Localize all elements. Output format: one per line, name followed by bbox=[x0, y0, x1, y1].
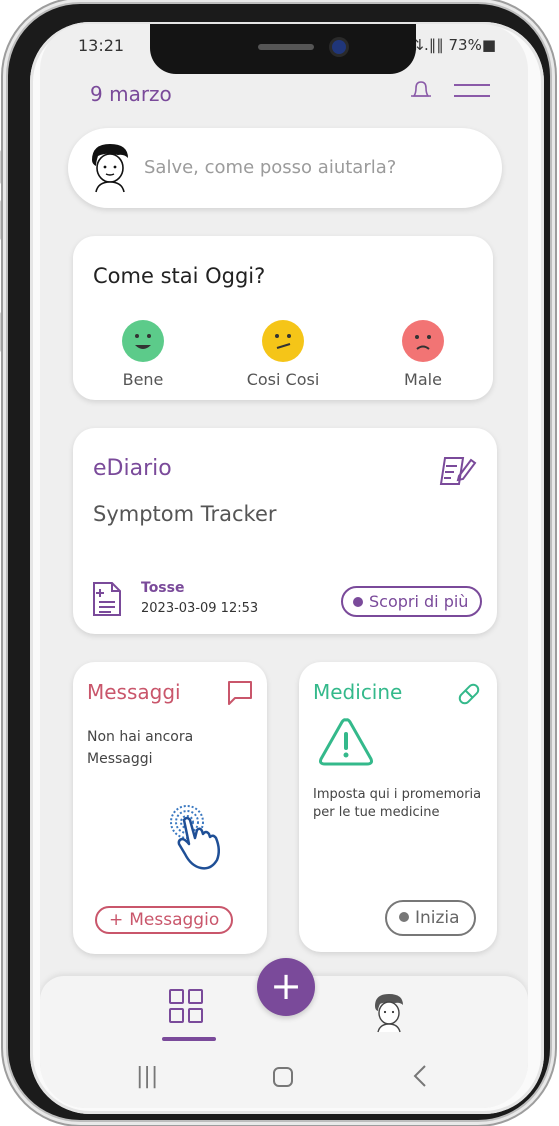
happy-face-icon bbox=[122, 320, 164, 362]
dot-icon bbox=[353, 596, 363, 607]
status-indicators: ⇅.∥∥ 73%■ bbox=[411, 36, 496, 54]
neutral-face-icon bbox=[262, 320, 304, 362]
start-button[interactable]: Inizia bbox=[385, 900, 476, 936]
speaker-grille bbox=[258, 44, 314, 50]
mood-card: Come stai Oggi? Bene Cosi Cosi Male bbox=[73, 236, 493, 400]
add-button[interactable]: + bbox=[257, 958, 315, 1016]
more-button[interactable]: Scopri di più bbox=[341, 586, 483, 617]
profile-icon[interactable] bbox=[372, 992, 406, 1038]
diary-title: eDiario bbox=[93, 456, 172, 481]
new-message-label: Messaggio bbox=[129, 910, 220, 930]
entry-name: Tosse bbox=[141, 580, 185, 596]
recent-apps-icon[interactable]: ||| bbox=[136, 1064, 158, 1089]
medicine-card[interactable]: Medicine Imposta qui i promemoria per le… bbox=[299, 662, 497, 952]
document-icon bbox=[91, 580, 123, 622]
chat-bubble-icon bbox=[227, 680, 253, 710]
new-message-button[interactable]: + Messaggio bbox=[95, 906, 234, 934]
mood-label: Bene bbox=[122, 370, 164, 389]
pill-icon bbox=[455, 680, 483, 712]
camera-icon bbox=[332, 40, 346, 54]
menu-icon[interactable] bbox=[454, 84, 490, 106]
messages-empty-text: Non hai ancora Messaggi bbox=[87, 729, 194, 767]
dot-icon bbox=[399, 912, 409, 922]
assistant-input[interactable]: Salve, come posso aiutarla? bbox=[68, 128, 502, 208]
status-time: 13:21 bbox=[78, 36, 125, 55]
start-button-label: Inizia bbox=[415, 908, 460, 928]
plus-icon: + bbox=[270, 964, 302, 1008]
medicine-title: Medicine bbox=[313, 680, 403, 704]
phone-side-button bbox=[0, 150, 4, 184]
tap-hand-icon bbox=[165, 798, 245, 882]
mood-option-good[interactable]: Bene bbox=[88, 320, 198, 389]
mood-title: Come stai Oggi? bbox=[93, 264, 266, 288]
dashboard-icon[interactable] bbox=[168, 988, 204, 1028]
diary-card[interactable]: eDiario Symptom Tracker Tosse 2023-03-09… bbox=[73, 428, 497, 634]
medicine-text: Imposta qui i promemoria per le tue medi… bbox=[313, 787, 482, 820]
messages-card[interactable]: Messaggi Non hai ancora Messaggi + Messag… bbox=[73, 662, 267, 954]
back-icon[interactable] bbox=[412, 1064, 428, 1094]
diary-subtitle: Symptom Tracker bbox=[93, 502, 277, 526]
bell-icon[interactable] bbox=[408, 80, 434, 106]
home-icon[interactable] bbox=[272, 1066, 294, 1094]
phone-side-button bbox=[0, 200, 4, 240]
phone-side-button bbox=[0, 312, 4, 352]
warning-icon bbox=[317, 716, 375, 772]
assistant-avatar-icon bbox=[88, 142, 132, 198]
edit-notes-icon[interactable] bbox=[437, 452, 477, 492]
active-tab-indicator bbox=[162, 1037, 216, 1041]
mood-label: Cosi Cosi bbox=[246, 370, 320, 389]
app-screen: 13:21 ⇅.∥∥ 73%■ 9 marzo Salve, come poss… bbox=[40, 24, 528, 1108]
sad-face-icon bbox=[402, 320, 444, 362]
plus-icon: + bbox=[109, 910, 124, 930]
more-button-label: Scopri di più bbox=[369, 592, 469, 611]
messages-title: Messaggi bbox=[87, 680, 181, 704]
mood-option-bad[interactable]: Male bbox=[368, 320, 478, 389]
mood-option-so-so[interactable]: Cosi Cosi bbox=[228, 320, 338, 389]
assistant-placeholder: Salve, come posso aiutarla? bbox=[144, 157, 397, 178]
entry-date: 2023-03-09 12:53 bbox=[141, 601, 259, 616]
phone-notch bbox=[150, 24, 416, 74]
page-date: 9 marzo bbox=[90, 82, 172, 106]
mood-label: Male bbox=[404, 370, 442, 389]
